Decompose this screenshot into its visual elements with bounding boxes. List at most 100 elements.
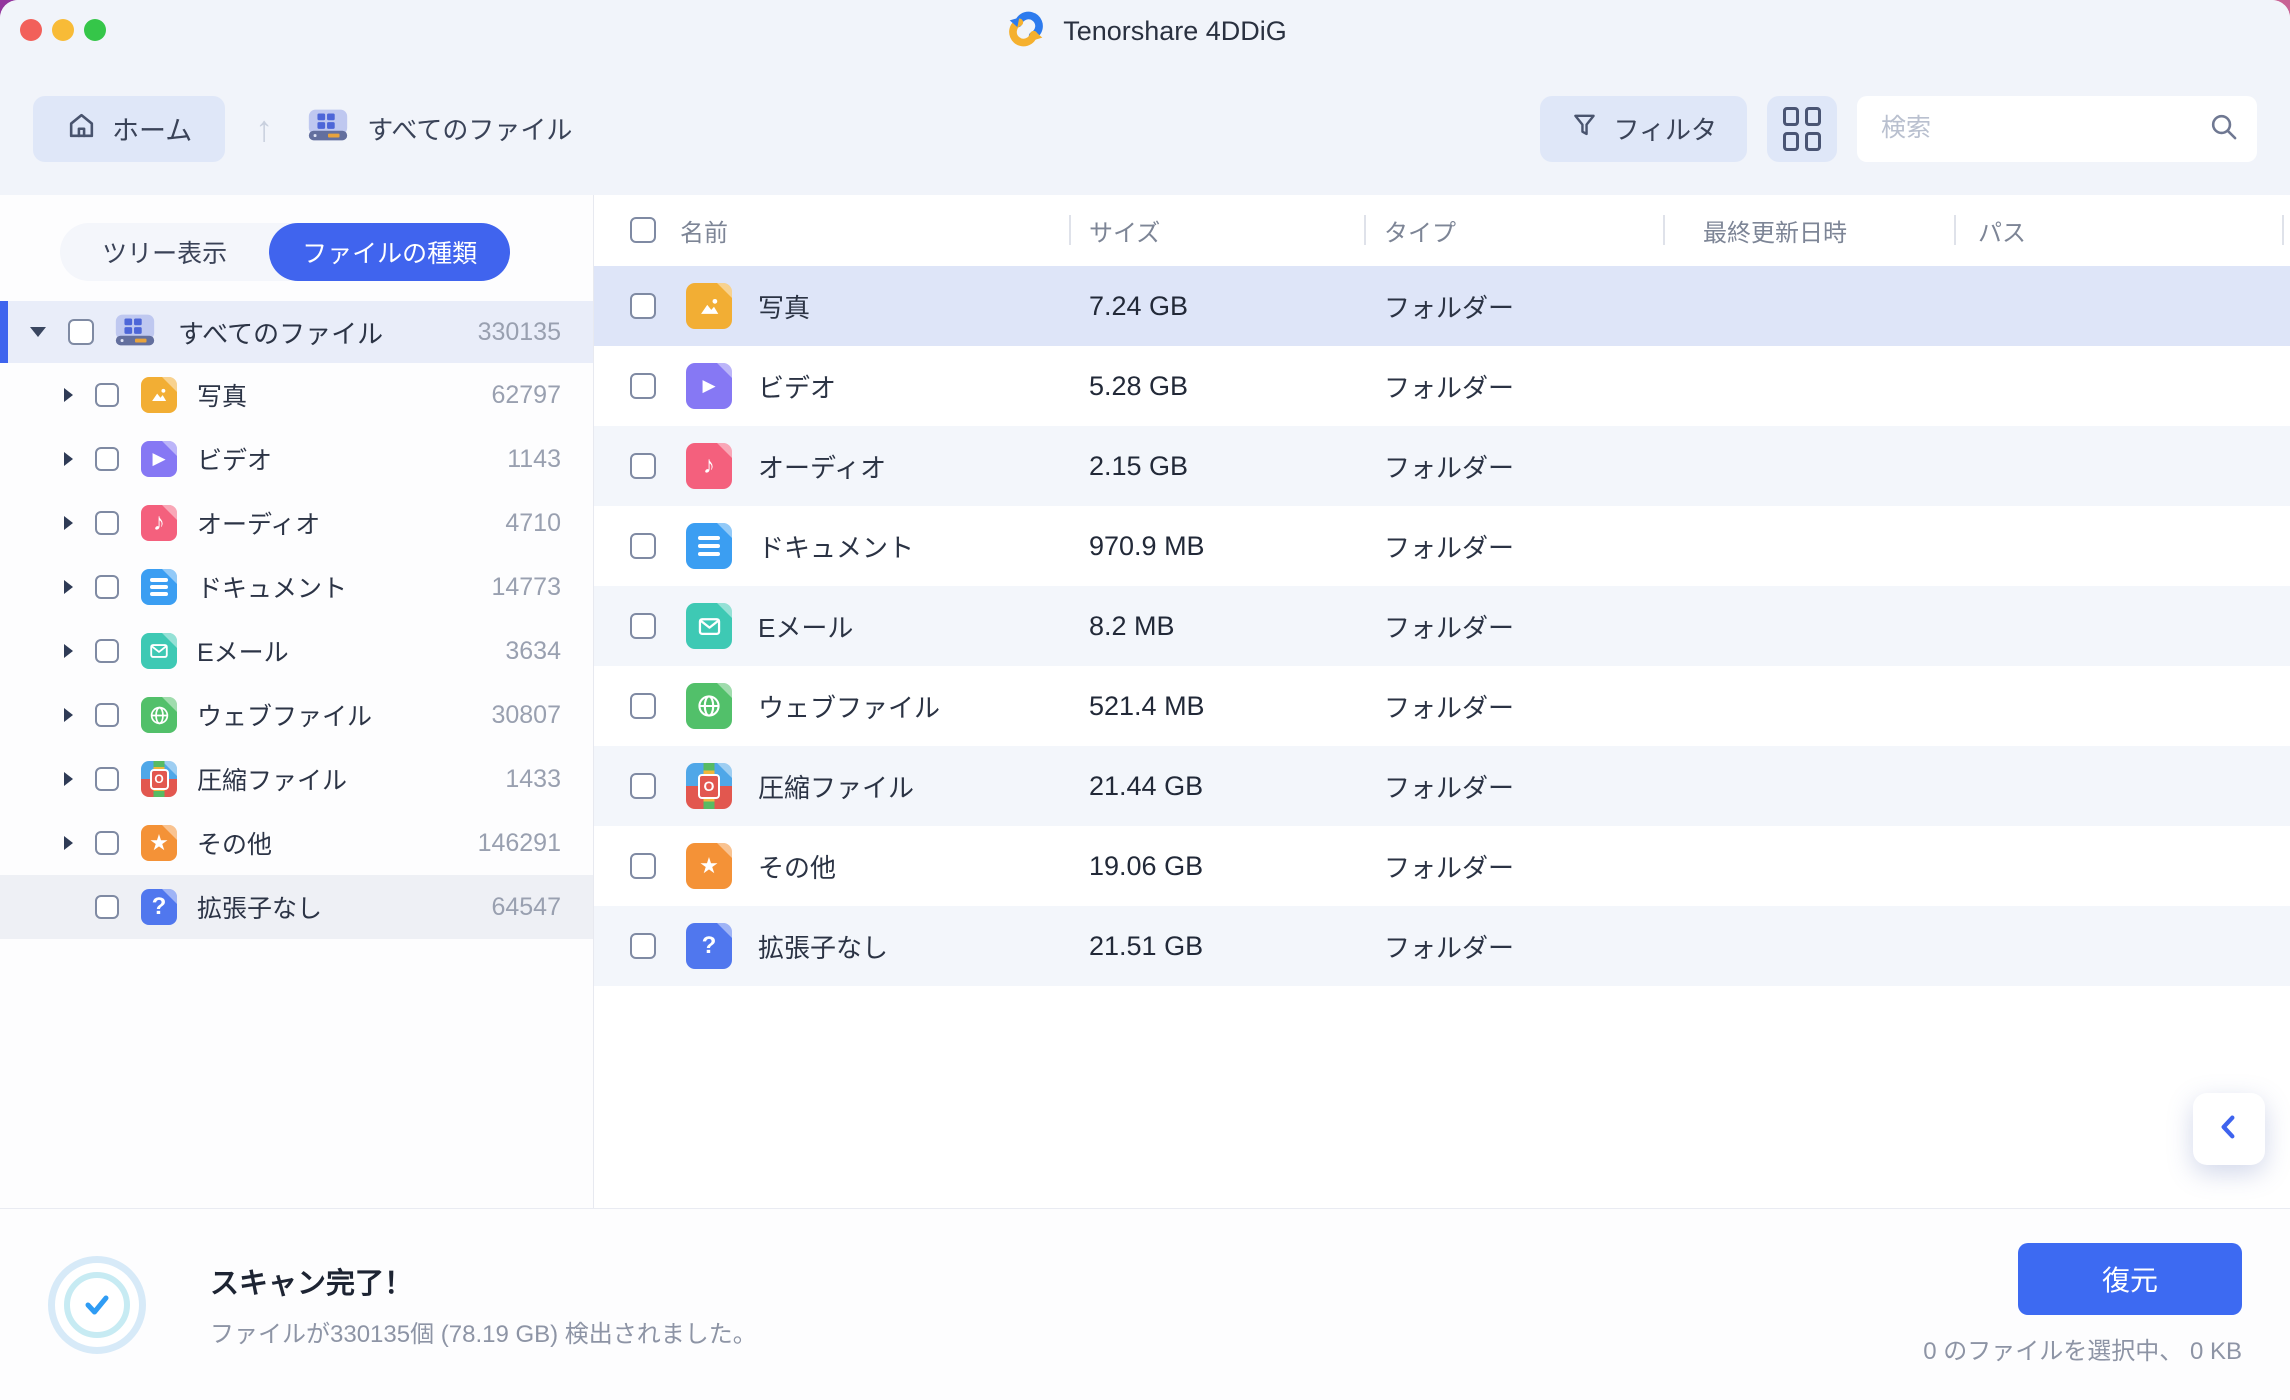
photo-icon (141, 377, 177, 413)
caret-right-icon[interactable] (64, 644, 73, 658)
caret-right-icon[interactable] (64, 836, 73, 850)
zoom-button[interactable] (84, 19, 106, 41)
caret-right-icon[interactable] (64, 580, 73, 594)
tree-item[interactable]: Eメール 3634 (0, 619, 593, 683)
tab-tree-view[interactable]: ツリー表示 (60, 223, 269, 281)
table-header: 名前 サイズ タイプ 最終更新日時 パス (594, 200, 2290, 260)
tree-item[interactable]: ウェブファイル 30807 (0, 683, 593, 747)
table-row[interactable]: ウェブファイル 521.4 MB フォルダー (594, 666, 2290, 746)
audio-icon (141, 505, 177, 541)
table-row[interactable]: 写真 7.24 GB フォルダー (594, 266, 2290, 346)
checkbox[interactable] (95, 447, 119, 471)
scan-status-title: スキャン完了！ (210, 1260, 757, 1302)
document-icon (686, 523, 732, 569)
caret-right-icon[interactable] (64, 772, 73, 786)
column-path: パス (1978, 213, 2026, 248)
checkbox[interactable] (630, 293, 656, 319)
home-button[interactable]: ホーム (33, 96, 225, 162)
scan-status-detail: ファイルが330135個 (78.19 GB) 検出されました。 (210, 1314, 757, 1349)
toolbar: ホーム ↑ すべてのファイル (0, 62, 2290, 195)
tree-item[interactable]: オーディオ 4710 (0, 491, 593, 555)
tab-file-types[interactable]: ファイルの種類 (269, 223, 510, 281)
tree-root-label: すべてのファイル (178, 314, 383, 351)
archive-icon (141, 761, 177, 797)
email-icon (686, 603, 732, 649)
checkbox[interactable] (630, 533, 656, 559)
caret-right-icon[interactable] (64, 516, 73, 530)
table-row[interactable]: その他 19.06 GB フォルダー (594, 826, 2290, 906)
table-row[interactable]: Eメール 8.2 MB フォルダー (594, 586, 2290, 666)
column-size: サイズ (1089, 213, 1160, 248)
checkbox[interactable] (630, 693, 656, 719)
app-logo-icon (1003, 6, 1049, 57)
select-all-checkbox[interactable] (630, 217, 656, 243)
table-row[interactable]: 圧縮ファイル 21.44 GB フォルダー (594, 746, 2290, 826)
other-icon (141, 825, 177, 861)
checkbox[interactable] (630, 613, 656, 639)
video-icon (141, 441, 177, 477)
checkbox[interactable] (630, 453, 656, 479)
table-row[interactable]: ドキュメント 970.9 MB フォルダー (594, 506, 2290, 586)
file-type-tree: すべてのファイル 330135 写真 62797 ビデオ (0, 301, 593, 939)
tree-item[interactable]: その他 146291 (0, 811, 593, 875)
checkbox[interactable] (95, 703, 119, 727)
table-row[interactable]: ビデオ 5.28 GB フォルダー (594, 346, 2290, 426)
sidebar: ツリー表示 ファイルの種類 (0, 195, 594, 1208)
column-type: タイプ (1384, 213, 1456, 248)
column-modified: 最終更新日時 (1703, 213, 1847, 248)
close-button[interactable] (20, 19, 42, 41)
tree-item[interactable]: 拡張子なし 64547 (0, 875, 593, 939)
checkbox[interactable] (630, 933, 656, 959)
table-row[interactable]: オーディオ 2.15 GB フォルダー (594, 426, 2290, 506)
chevron-left-icon (2213, 1111, 2245, 1148)
status-bar: スキャン完了！ ファイルが330135個 (78.19 GB) 検出されました。… (0, 1208, 2290, 1400)
filter-icon (1570, 111, 1599, 147)
checkbox[interactable] (95, 831, 119, 855)
checkbox[interactable] (95, 511, 119, 535)
photo-icon (686, 283, 732, 329)
minimize-button[interactable] (52, 19, 74, 41)
checkbox[interactable] (630, 373, 656, 399)
caret-right-icon[interactable] (64, 452, 73, 466)
checkbox[interactable] (95, 767, 119, 791)
tree-item[interactable]: 写真 62797 (0, 363, 593, 427)
table-row[interactable]: 拡張子なし 21.51 GB フォルダー (594, 906, 2290, 986)
tree-item[interactable]: ビデオ 1143 (0, 427, 593, 491)
no-extension-icon (141, 889, 177, 925)
grid-view-icon (1783, 107, 1821, 151)
drive-icon (112, 307, 158, 358)
checkbox[interactable] (95, 895, 119, 919)
recover-button[interactable]: 復元 (2018, 1243, 2242, 1315)
audio-icon (686, 443, 732, 489)
breadcrumb[interactable]: すべてのファイル (305, 102, 572, 155)
caret-right-icon[interactable] (64, 708, 73, 722)
title-bar: Tenorshare 4DDiG (0, 0, 2290, 62)
checkbox[interactable] (630, 853, 656, 879)
filter-button[interactable]: フィルタ (1540, 96, 1747, 162)
traffic-lights (20, 19, 106, 41)
search-icon[interactable] (2208, 111, 2239, 147)
checkbox[interactable] (95, 575, 119, 599)
checkbox[interactable] (95, 383, 119, 407)
video-icon (686, 363, 732, 409)
caret-down-icon[interactable] (30, 327, 46, 337)
selection-status: 0 のファイルを選択中、 0 KB (1923, 1331, 2242, 1366)
file-table: 名前 サイズ タイプ 最終更新日時 パス 写真 7.24 (594, 195, 2290, 1208)
column-name: 名前 (680, 213, 728, 248)
scan-complete-icon (48, 1256, 146, 1354)
checkbox[interactable] (68, 319, 94, 345)
collapse-panel-button[interactable] (2193, 1093, 2265, 1165)
tree-root-all-files[interactable]: すべてのファイル 330135 (0, 301, 593, 363)
grid-view-button[interactable] (1767, 96, 1837, 162)
tree-item[interactable]: ドキュメント 14773 (0, 555, 593, 619)
tree-item[interactable]: 圧縮ファイル 1433 (0, 747, 593, 811)
home-icon (66, 110, 97, 148)
checkbox[interactable] (95, 639, 119, 663)
caret-right-icon[interactable] (64, 388, 73, 402)
up-arrow-icon[interactable]: ↑ (255, 108, 273, 150)
other-icon (686, 843, 732, 889)
checkbox[interactable] (630, 773, 656, 799)
web-icon (141, 697, 177, 733)
search-box[interactable] (1857, 96, 2257, 162)
search-input[interactable] (1881, 114, 2208, 143)
